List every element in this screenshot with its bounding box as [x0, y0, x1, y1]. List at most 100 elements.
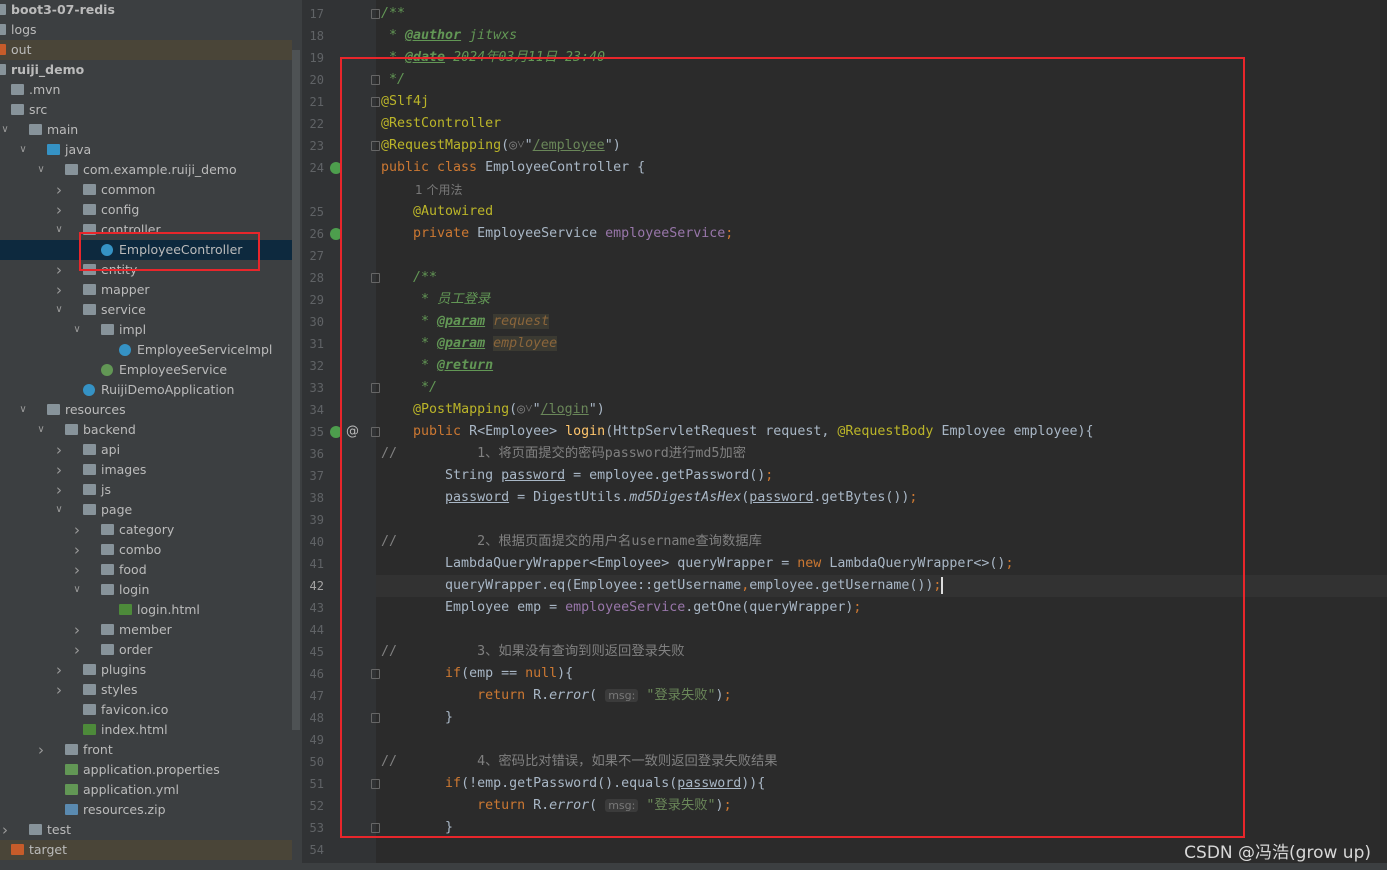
folder-icon — [101, 584, 114, 595]
chevron-down-icon[interactable]: ∨ — [18, 140, 28, 160]
line-number: 48 — [309, 711, 324, 725]
chevron-down-icon[interactable]: ∨ — [72, 580, 82, 600]
tree-item-label: main — [47, 122, 79, 137]
tree-item[interactable]: logs — [0, 20, 292, 40]
tree-item[interactable]: › common — [0, 180, 292, 200]
tree-item-label: js — [101, 482, 111, 497]
tree-item[interactable]: ∨ page — [0, 500, 292, 520]
tree-item[interactable]: application.properties — [0, 760, 292, 780]
tree-item[interactable]: › front — [0, 740, 292, 760]
chevron-right-icon[interactable]: › — [54, 440, 64, 460]
line-number: 42 — [309, 579, 324, 593]
folder-excluded-icon — [0, 44, 6, 55]
tree-item[interactable]: EmployeeService — [0, 360, 292, 380]
tree-item[interactable]: ruiji_demo — [0, 60, 292, 80]
chevron-right-icon[interactable]: › — [72, 520, 82, 540]
chevron-right-icon[interactable]: › — [72, 560, 82, 580]
folder-source-icon — [47, 144, 60, 155]
tree-item-label: .mvn — [29, 82, 61, 97]
tree-item[interactable]: › order — [0, 640, 292, 660]
tree-item-label: login.html — [137, 602, 200, 617]
tree-item[interactable]: › food — [0, 560, 292, 580]
tree-item[interactable]: ∨ backend — [0, 420, 292, 440]
package-icon — [101, 324, 114, 335]
tree-item[interactable]: ∨ resources — [0, 400, 292, 420]
line-number: 27 — [309, 249, 324, 263]
tree-item[interactable]: › styles — [0, 680, 292, 700]
tree-item[interactable]: target — [0, 840, 292, 860]
chevron-down-icon[interactable]: ∨ — [0, 120, 10, 140]
tree-item-label: login — [119, 582, 150, 597]
tree-item[interactable]: ∨ main — [0, 120, 292, 140]
tree-item-label: out — [11, 42, 32, 57]
tree-item[interactable]: › js — [0, 480, 292, 500]
line-number: 17 — [309, 7, 324, 21]
chevron-down-icon[interactable]: ∨ — [54, 300, 64, 320]
tree-item[interactable]: › member — [0, 620, 292, 640]
line-number: 31 — [309, 337, 324, 351]
tree-item[interactable]: ∨src — [0, 100, 292, 120]
tree-item-label: logs — [11, 22, 37, 37]
tree-item-label: favicon.ico — [101, 702, 169, 717]
chevron-right-icon[interactable]: › — [54, 460, 64, 480]
tree-item[interactable]: ∨ service — [0, 300, 292, 320]
chevron-down-icon[interactable]: ∨ — [36, 420, 46, 440]
tree-item-label: src — [29, 102, 48, 117]
line-number: 54 — [309, 843, 324, 857]
tree-item[interactable]: › images — [0, 460, 292, 480]
tree-item[interactable]: › combo — [0, 540, 292, 560]
tree-item[interactable]: EmployeeServiceImpl — [0, 340, 292, 360]
chevron-right-icon[interactable]: › — [54, 480, 64, 500]
project-tree-scrollbar[interactable] — [292, 50, 300, 730]
tree-item[interactable]: login.html — [0, 600, 292, 620]
line-number: 19 — [309, 51, 324, 65]
tree-item[interactable]: out — [0, 40, 292, 60]
tree-item[interactable]: favicon.ico — [0, 700, 292, 720]
tree-item[interactable]: ∨ login — [0, 580, 292, 600]
tree-item[interactable]: › category — [0, 520, 292, 540]
chevron-right-icon[interactable]: › — [72, 540, 82, 560]
chevron-right-icon[interactable]: › — [54, 180, 64, 200]
tree-item[interactable]: › api — [0, 440, 292, 460]
tree-item[interactable]: resources.zip — [0, 800, 292, 820]
tree-item[interactable]: › plugins — [0, 660, 292, 680]
tree-item[interactable]: › mapper — [0, 280, 292, 300]
line-number: 40 — [309, 535, 324, 549]
tree-item[interactable]: RuijiDemoApplication — [0, 380, 292, 400]
tree-item[interactable]: ∨ impl — [0, 320, 292, 340]
line-number: 33 — [309, 381, 324, 395]
chevron-right-icon[interactable]: › — [54, 280, 64, 300]
chevron-right-icon[interactable]: › — [54, 660, 64, 680]
tree-item[interactable]: boot3-07-redis — [0, 0, 292, 20]
image-icon — [83, 704, 96, 715]
tree-item[interactable]: ∨ com.example.ruiji_demo — [0, 160, 292, 180]
chevron-down-icon[interactable]: ∨ — [36, 160, 46, 180]
chevron-down-icon[interactable]: ∨ — [54, 220, 64, 240]
chevron-right-icon[interactable]: › — [0, 820, 10, 840]
tree-item[interactable]: application.yml — [0, 780, 292, 800]
fold-marker-icon[interactable] — [371, 9, 380, 19]
code-line[interactable]: /** — [381, 3, 405, 25]
tree-item[interactable]: › test — [0, 820, 292, 840]
tree-item-label: common — [101, 182, 156, 197]
folder-icon — [101, 524, 114, 535]
tree-item-label: plugins — [101, 662, 147, 677]
chevron-right-icon[interactable]: › — [36, 740, 46, 760]
chevron-right-icon[interactable]: › — [72, 640, 82, 660]
tree-item-label: front — [83, 742, 113, 757]
chevron-right-icon[interactable]: › — [54, 260, 64, 280]
tree-item[interactable]: index.html — [0, 720, 292, 740]
tree-item[interactable]: .mvn — [0, 80, 292, 100]
spring-class-icon — [83, 384, 95, 396]
chevron-down-icon[interactable]: ∨ — [72, 320, 82, 340]
tree-item[interactable]: › config — [0, 200, 292, 220]
chevron-right-icon[interactable]: › — [54, 680, 64, 700]
line-number: 50 — [309, 755, 324, 769]
chevron-down-icon[interactable]: ∨ — [54, 500, 64, 520]
chevron-right-icon[interactable]: › — [72, 620, 82, 640]
folder-icon — [11, 84, 24, 95]
chevron-down-icon[interactable]: ∨ — [18, 400, 28, 420]
tree-item[interactable]: ∨ java — [0, 140, 292, 160]
code-line[interactable]: * @author jitwxs — [381, 25, 517, 47]
chevron-right-icon[interactable]: › — [54, 200, 64, 220]
